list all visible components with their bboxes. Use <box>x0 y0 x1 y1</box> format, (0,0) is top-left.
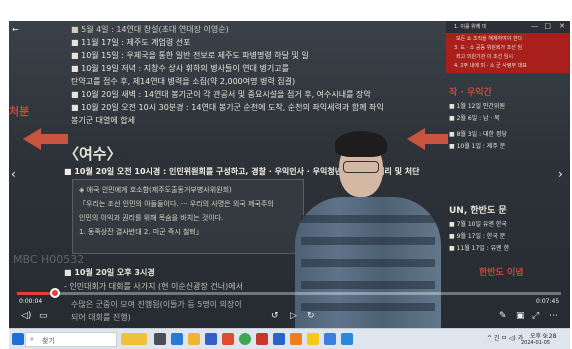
video-frame: ■ 5월 4일 : 14연대 창설(초대 연대장 이영순) ■ 11월 17일 … <box>9 21 570 333</box>
slide-line-2: ■ 11월 17일 : 제주도 계엄령 선포 <box>71 38 191 47</box>
right-bottom-heading: 한반도 이념 <box>479 268 524 278</box>
prev-chevron-icon[interactable]: ‹ <box>11 167 16 181</box>
edge-icon[interactable] <box>171 333 183 345</box>
app-icon-2[interactable] <box>290 333 302 345</box>
bottom-line-3: 수많은 군중이 모여 진행됨(이들가 등 5명이 의장이 <box>71 300 242 309</box>
overlay-line-1: 1. 이를 위해 미 <box>454 24 487 30</box>
bottom-line-1: ■ 10월 20일 오후 3시경 <box>64 268 155 277</box>
presenter-body <box>295 197 441 333</box>
taskbar: ⌕ 찾기 ^ 긴 ㅁ ◁) 가 오후 9:28 2024-01-05 <box>9 328 570 349</box>
minimize-button[interactable]: — <box>531 22 538 30</box>
widget-icon[interactable] <box>121 333 147 345</box>
overlay-line-2: 모든 쇼 조직을 해체하여야 한다 <box>456 36 523 42</box>
fullscreen-icon[interactable]: ⤢ <box>532 311 539 321</box>
captions-icon[interactable]: ▭ <box>39 311 48 321</box>
right-item-6: ■ 9월 17일 : 한국 문 <box>449 233 506 240</box>
task-view-icon[interactable] <box>154 333 166 345</box>
slide-line-5: 탄약고를 접수 후, 제14연대 병력을 소집(약 2,000여명 병력 집결) <box>71 77 296 86</box>
kakaotalk-icon[interactable] <box>307 333 319 345</box>
presenter <box>295 127 443 333</box>
screen: ■ 5월 4일 : 14연대 창설(초대 연대장 이영순) ■ 11월 17일 … <box>0 0 572 349</box>
current-time: 0:00:04 <box>19 298 43 305</box>
more-icon[interactable]: ⋯ <box>549 311 558 321</box>
office-icon[interactable] <box>222 333 234 345</box>
slide-line-4: ■ 10월 19일 저녁 : 지창수 상사 휘하의 병사들이 연대 병기고를 <box>71 64 289 73</box>
close-button[interactable]: ✕ <box>559 22 565 30</box>
seek-bar[interactable] <box>17 288 561 298</box>
store-icon[interactable] <box>205 333 217 345</box>
slide-line-1: ■ 5월 4일 : 14연대 창설(초대 연대장 이영순) <box>71 25 229 34</box>
left-label: 처분 <box>9 105 30 118</box>
media-player-icon[interactable] <box>341 333 353 345</box>
search-placeholder: 찾기 <box>42 337 55 345</box>
right-mid-heading: UN, 한반도 문 <box>449 206 507 216</box>
quote-line-4: 1. 동족상잔 결사반대 2. 미군 즉시 철퇴」 <box>79 228 203 236</box>
slide-line-3: ■ 10월 15일 : 우제국을 통한 일반 전보로 제주도 파병명령 하달 및… <box>71 51 309 60</box>
app-icon-3[interactable] <box>324 333 336 345</box>
quote-line-3: 인민의 이익과 권리를 위해 목숨을 바치는 것이다. <box>79 214 224 222</box>
bottom-line-4: 되어 대회를 진행) <box>71 313 131 322</box>
forward-icon[interactable]: ↻ <box>307 311 315 321</box>
overlay-window[interactable]: — □ ✕ 1. 이를 위해 미 모든 쇼 조직을 해체하여야 한다 3. 도 … <box>446 21 570 73</box>
chrome-icon[interactable] <box>239 333 251 345</box>
right-item-5: ■ 7월 10일 유엔 한국 <box>449 221 507 228</box>
edit-icon[interactable]: ✎ <box>499 311 507 321</box>
rewind-icon[interactable]: ↺ <box>271 311 279 321</box>
overlay-line-5: 4. 2주 내에 미 · 소 군 사령부 대표 <box>454 63 527 69</box>
slide-line-7: ■ 10월 20일 오전 10시 30분경 : 14연대 봉기군 순천에 도착,… <box>71 103 384 112</box>
right-item-2: ■ 2월 6일 : 남 · 북 <box>449 115 500 122</box>
quote-line-1: ◈ 애국 인민에게 호소함(제주도출동거부병사위원회) <box>79 186 232 194</box>
search-box[interactable]: ⌕ 찾기 <box>25 332 117 347</box>
clock-time[interactable]: 오후 9:28 <box>530 331 556 340</box>
right-item-4: ■ 10월 1일 : 제주 분 <box>449 143 506 150</box>
right-heading: 작 · 우익간 <box>449 88 492 98</box>
quote-line-2: 「우리는 조선 인민의 아들들이다. ··· 우리의 사명은 외국 제국주의 <box>79 200 274 208</box>
play-icon[interactable]: ▷ <box>290 311 297 321</box>
slide-line-6: ■ 10월 20일 새벽 : 14연대 봉기군이 각 관공서 및 중요시설을 점… <box>71 90 371 99</box>
word-icon[interactable] <box>273 333 285 345</box>
section-title: 〈여수〉 <box>64 145 122 163</box>
clock-date[interactable]: 2024-01-05 <box>521 340 550 346</box>
system-tray[interactable]: ^ 긴 ㅁ ◁) 가 <box>487 333 523 342</box>
seek-bar-fill <box>17 292 53 295</box>
miniplayer-icon[interactable]: ▣ <box>516 311 525 321</box>
app-icon-1[interactable] <box>256 333 268 345</box>
maximize-button[interactable]: □ <box>544 22 551 30</box>
file-explorer-icon[interactable] <box>188 333 200 345</box>
start-icon[interactable] <box>12 333 24 345</box>
right-item-7: ■ 11월 17일 : 유엔 한 <box>449 245 510 252</box>
volume-icon[interactable]: ◁) <box>21 311 31 321</box>
overlay-line-4: 최고 의원기관 이 조선 임시 <box>456 54 513 60</box>
glasses-icon <box>343 161 379 173</box>
video-player[interactable]: ■ 5월 4일 : 14연대 창설(초대 연대장 이영순) ■ 11월 17일 … <box>9 21 570 333</box>
left-arrow-icon <box>23 128 41 150</box>
total-time: 0:07:45 <box>536 298 560 305</box>
search-icon: ⌕ <box>30 335 34 343</box>
presenter-hair <box>335 131 387 157</box>
right-item-1: ■ 1월 12일 인간위원 <box>449 103 505 110</box>
next-chevron-icon[interactable]: › <box>558 167 563 181</box>
slide-line-8: 봉기군 대열에 합세 <box>71 116 135 125</box>
bottom-line-2: - 인민대회가 대회를 사가지 (현 이순신광장 건너)에서 <box>64 282 243 291</box>
overlay-line-3: 3. 도 · 소 공동 위원회가 조선 임 <box>454 45 523 51</box>
seek-handle[interactable] <box>50 288 61 298</box>
back-arrow-icon[interactable]: ← <box>12 25 19 34</box>
quote-box: ◈ 애국 인민에게 호소함(제주도출동거부병사위원회) 「우리는 조선 인민의 … <box>72 179 304 254</box>
right-item-3: ■ 8월 3일 : 대한 정당 <box>449 131 507 138</box>
watermark: MBC H00532 <box>13 253 85 266</box>
